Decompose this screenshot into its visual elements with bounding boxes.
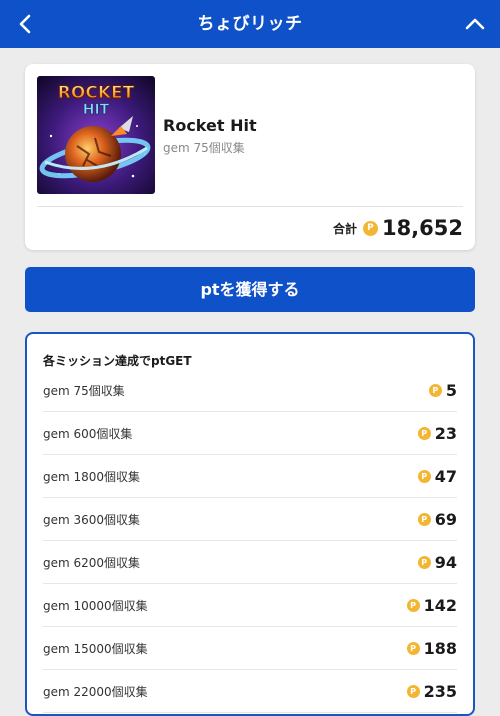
mission-reward: P 235 (406, 681, 457, 701)
top-bar: ちょびリッチ (0, 0, 500, 48)
chevron-up-icon (465, 18, 485, 30)
point-coin-icon: P (406, 598, 420, 612)
mission-name: gem 3600個収集 (43, 512, 141, 527)
mission-list: gem 75個収集 P 5 gem 600個収集 P 23 gem 1800個収… (43, 369, 457, 713)
app-subtitle: gem 75個収集 (163, 141, 245, 155)
logo-text-rocket: ROCKET (58, 83, 135, 103)
point-coin-icon: P (417, 469, 431, 483)
total-value: 18,652 (381, 216, 463, 240)
mission-row: gem 3600個収集 P 69 (43, 498, 457, 541)
mission-reward: P 142 (406, 595, 457, 615)
point-coin-icon: P (417, 512, 431, 526)
mission-reward: P 23 (417, 423, 457, 443)
point-coin-icon: P (417, 426, 431, 440)
mission-reward: P 5 (428, 380, 457, 400)
mission-panel: 各ミッション達成でptGET gem 75個収集 P 5 gem 600個収集 … (25, 332, 475, 716)
mission-name: gem 15000個収集 (43, 641, 148, 656)
reward-value: 5 (445, 380, 457, 400)
point-coin-icon: P (406, 684, 420, 698)
mission-row: gem 1800個収集 P 47 (43, 455, 457, 498)
mission-row: gem 10000個収集 P 142 (43, 584, 457, 627)
mission-row: gem 15000個収集 P 188 (43, 627, 457, 670)
total-label: 合計 (332, 221, 357, 236)
mission-name: gem 75個収集 (43, 383, 125, 398)
reward-value: 23 (434, 423, 457, 443)
reward-value: 235 (423, 681, 457, 701)
rocket-hit-logo: ROCKET HIT (37, 76, 155, 194)
mission-reward: P 69 (417, 509, 457, 529)
app-card: ROCKET HIT Rocket Hit gem 75個収集 合計 P 18,… (25, 64, 475, 250)
mission-name: gem 10000個収集 (43, 598, 148, 613)
reward-value: 142 (423, 595, 457, 615)
app-name: Rocket Hit (163, 116, 257, 135)
page-title: ちょびリッチ (197, 14, 303, 34)
mission-heading: 各ミッション達成でptGET (43, 354, 192, 368)
mission-name: gem 600個収集 (43, 426, 133, 441)
reward-value: 69 (434, 509, 457, 529)
get-points-button[interactable]: ptを獲得する (25, 267, 475, 312)
reward-value: 94 (434, 552, 457, 572)
mission-row: gem 600個収集 P 23 (43, 412, 457, 455)
mission-name: gem 22000個収集 (43, 684, 148, 699)
mission-name: gem 1800個収集 (43, 469, 141, 484)
mission-row: gem 22000個収集 P 235 (43, 670, 457, 713)
mission-row: gem 75個収集 P 5 (43, 369, 457, 412)
point-coin-icon: P (417, 555, 431, 569)
reward-value: 188 (423, 638, 457, 658)
mission-row: gem 6200個収集 P 94 (43, 541, 457, 584)
point-coin-icon: P (428, 383, 442, 397)
point-coin-icon: P (406, 641, 420, 655)
total-points: 合計 P 18,652 (333, 216, 463, 240)
mission-reward: P 188 (406, 638, 457, 658)
reward-value: 47 (434, 466, 457, 486)
collapse-button[interactable] (460, 9, 490, 39)
app-thumbnail: ROCKET HIT (37, 76, 155, 194)
mission-name: gem 6200個収集 (43, 555, 141, 570)
mission-reward: P 94 (417, 552, 457, 572)
logo-text-hit: HIT (83, 102, 110, 118)
mission-reward: P 47 (417, 466, 457, 486)
point-coin-icon: P (362, 220, 378, 236)
divider (37, 206, 463, 207)
